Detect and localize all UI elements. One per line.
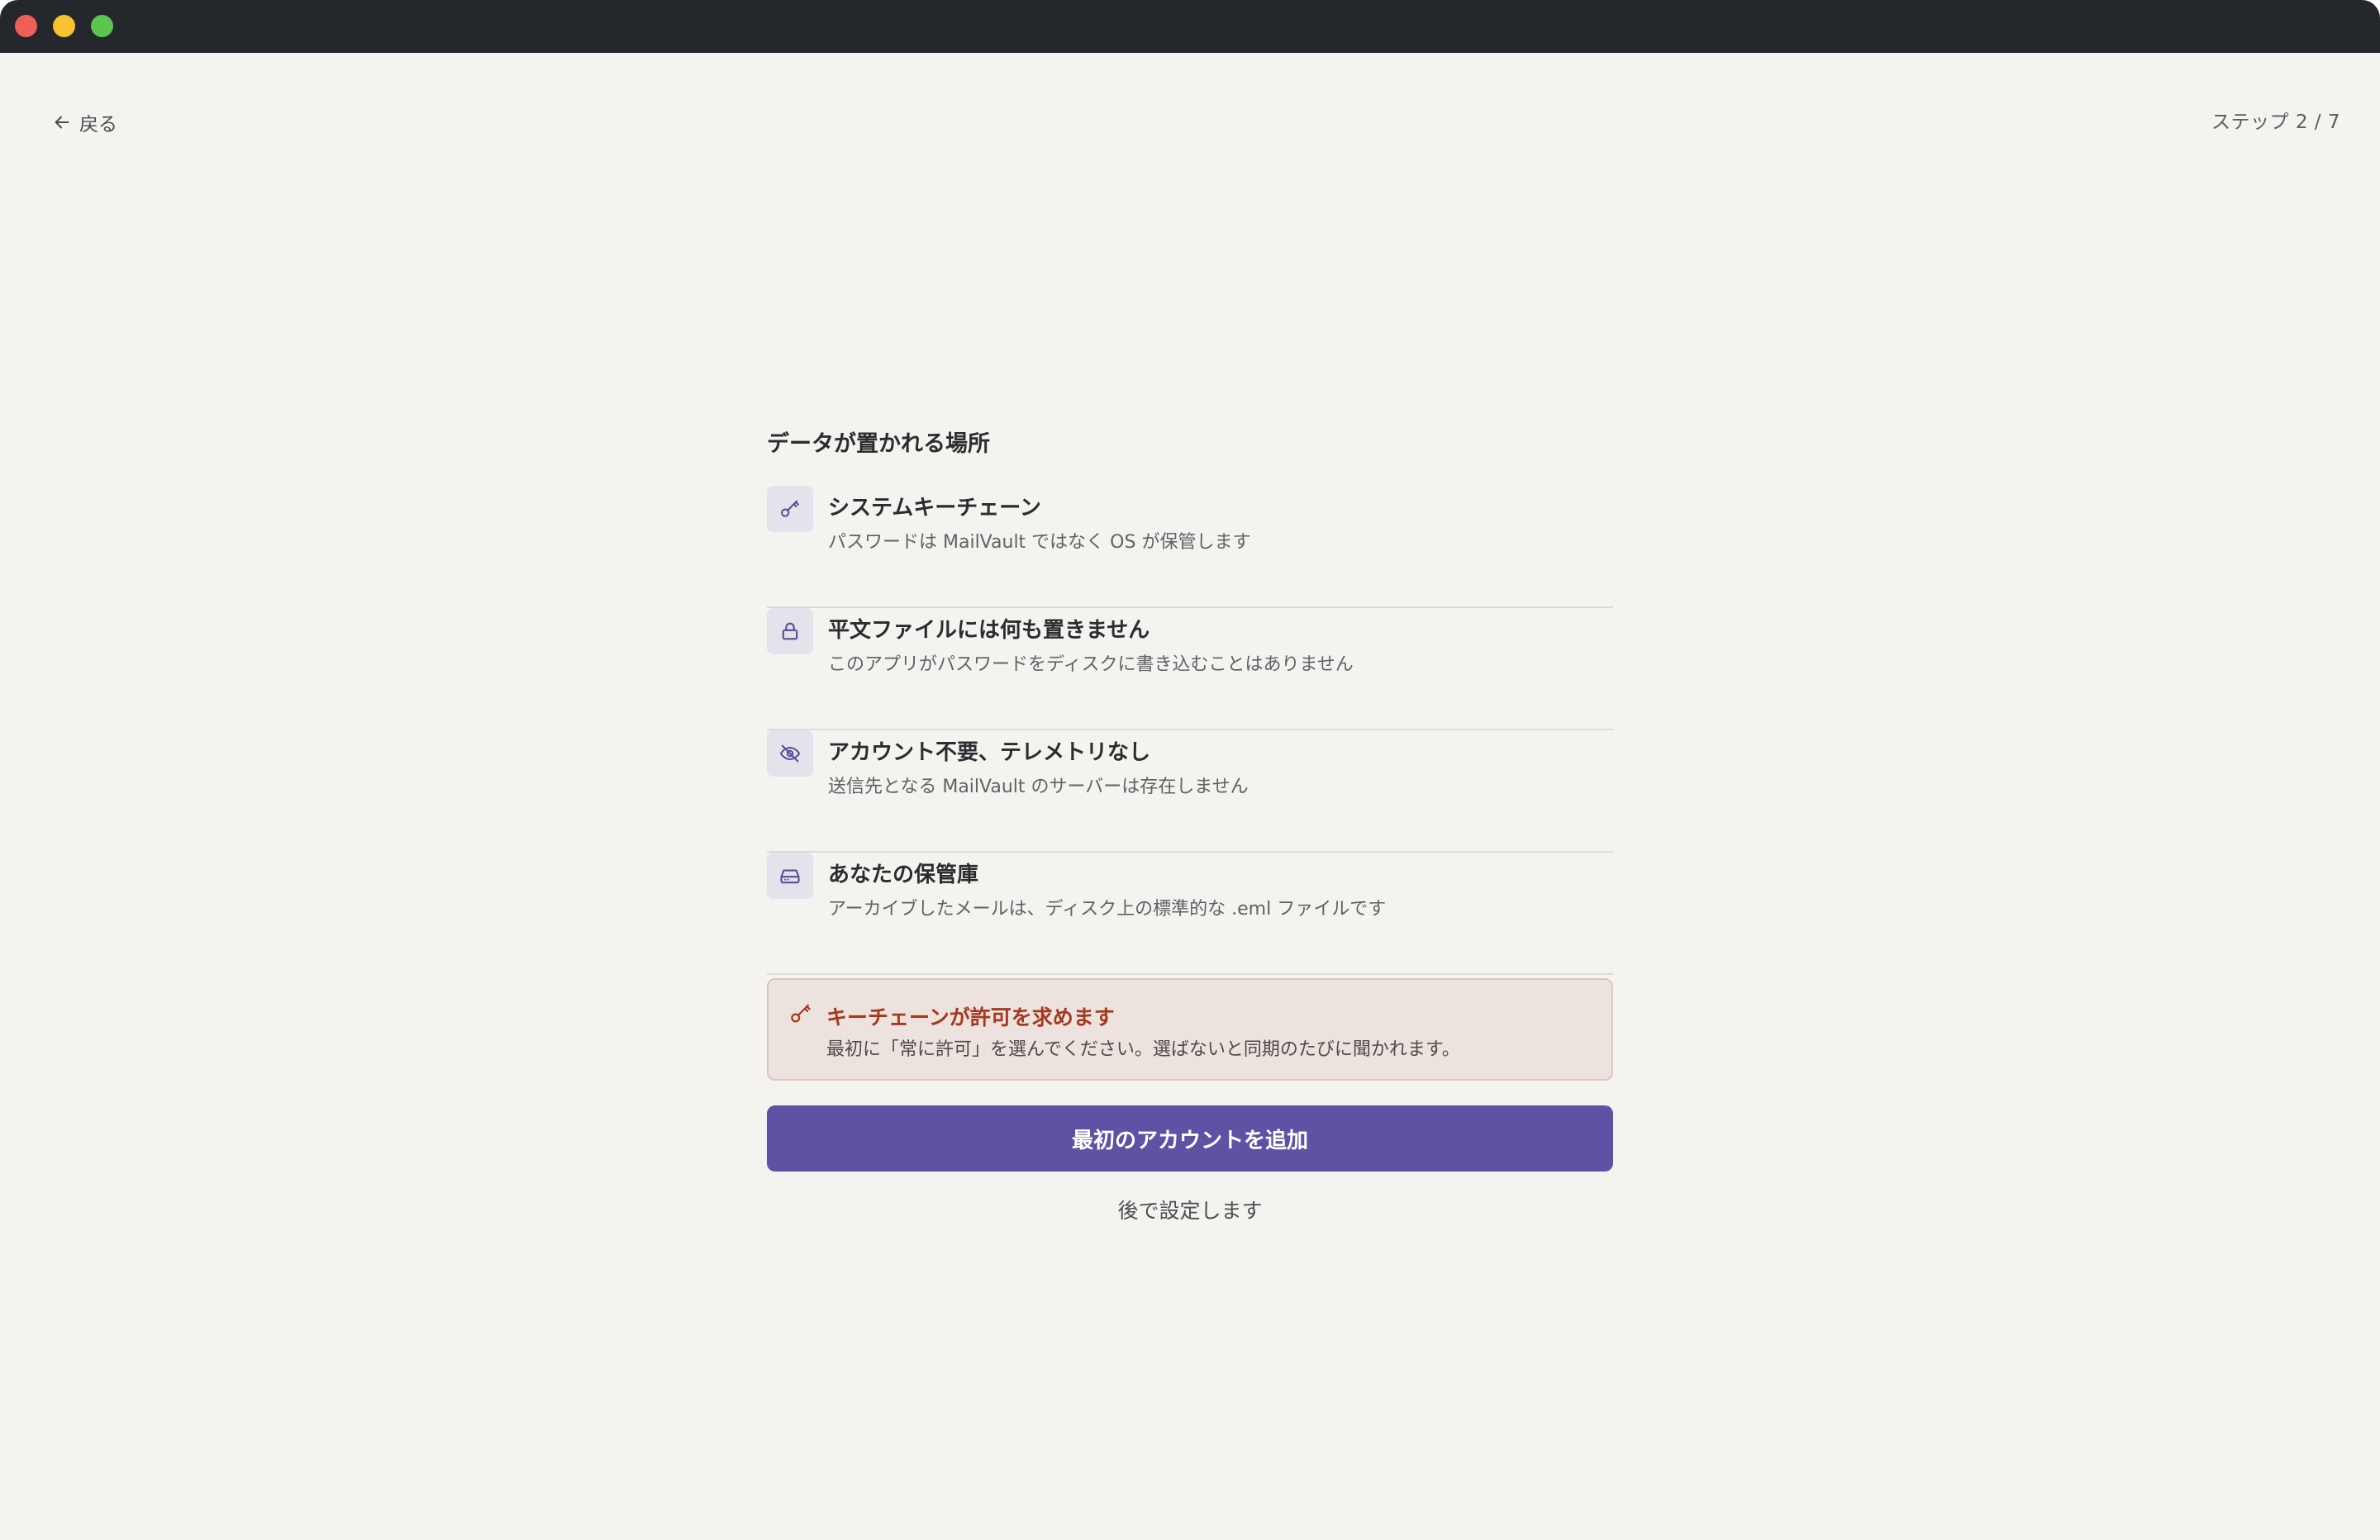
- back-button[interactable]: 戻る: [53, 106, 117, 139]
- list-item-keychain: システムキーチェーン パスワードは MailVault ではなく OS が保管し…: [767, 486, 1613, 608]
- list-item-title: 平文ファイルには何も置きません: [828, 618, 1150, 643]
- eye-off-icon: [767, 730, 813, 777]
- list-item-title: システムキーチェーン: [828, 496, 1041, 520]
- title-bar: [0, 0, 2380, 53]
- hard-drive-icon: [767, 853, 813, 899]
- list-item-description: 送信先となる MailVault のサーバーは存在しません: [828, 777, 1249, 797]
- minimize-window-button[interactable]: [53, 15, 75, 37]
- back-button-label: 戻る: [79, 114, 117, 135]
- list-item-vault: あなたの保管庫 アーカイブしたメールは、ディスク上の標準的な .eml ファイル…: [767, 853, 1613, 975]
- key-icon: [788, 1001, 813, 1026]
- set-up-later-link[interactable]: 後で設定します: [767, 1193, 1613, 1229]
- arrow-left-icon: [53, 113, 71, 131]
- storage-info-list: システムキーチェーン パスワードは MailVault ではなく OS が保管し…: [767, 486, 1613, 975]
- lock-icon: [767, 608, 813, 654]
- step-indicator: ステップ 2 / 7: [2211, 112, 2340, 133]
- notice-title: キーチェーンが許可を求めます: [826, 1005, 1115, 1029]
- list-item-no-plaintext: 平文ファイルには何も置きません このアプリがパスワードをディスクに書き込むことは…: [767, 608, 1613, 730]
- list-item-no-telemetry: アカウント不要、テレメトリなし 送信先となる MailVault のサーバーは存…: [767, 730, 1613, 853]
- list-item-description: アーカイブしたメールは、ディスク上の標準的な .eml ファイルです: [828, 899, 1387, 920]
- list-item-description: パスワードは MailVault ではなく OS が保管します: [828, 532, 1251, 553]
- maximize-window-button[interactable]: [91, 15, 113, 37]
- keychain-permission-notice: キーチェーンが許可を求めます 最初に「常に許可」を選んでください。選ばないと同期…: [767, 978, 1613, 1081]
- section-title: データが置かれる場所: [767, 431, 990, 457]
- list-item-description: このアプリがパスワードをディスクに書き込むことはありません: [828, 654, 1354, 675]
- key-icon: [767, 486, 813, 532]
- add-first-account-button[interactable]: 最初のアカウントを追加: [767, 1105, 1613, 1172]
- close-window-button[interactable]: [15, 15, 37, 37]
- onboarding-panel: データが置かれる場所 システムキーチェーン パスワードは MailVault で…: [767, 426, 1613, 1223]
- notice-description: 最初に「常に許可」を選んでください。選ばないと同期のたびに聞かれます。: [826, 1039, 1460, 1060]
- list-item-title: あなたの保管庫: [828, 863, 979, 887]
- app-window: 戻る ステップ 2 / 7 データが置かれる場所 システムキーチェーン パスワー…: [0, 0, 2380, 1540]
- list-item-title: アカウント不要、テレメトリなし: [828, 740, 1151, 765]
